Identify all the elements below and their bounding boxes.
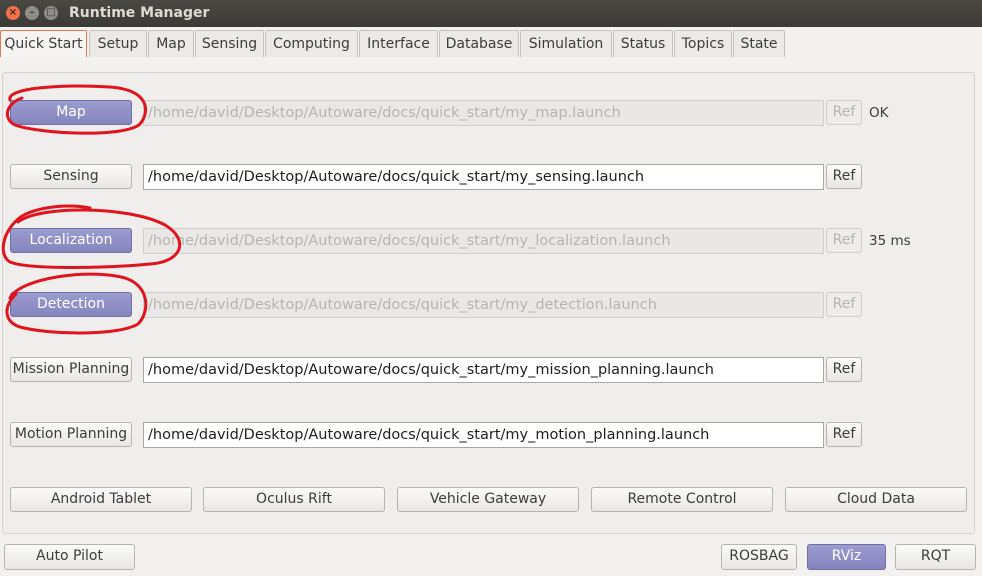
tab-simulation[interactable]: Simulation xyxy=(520,30,612,57)
oculus-rift-button[interactable]: Oculus Rift xyxy=(203,487,385,512)
tab-interface[interactable]: Interface xyxy=(359,30,438,57)
sensing-button[interactable]: Sensing xyxy=(10,164,132,189)
detection-ref-button[interactable]: Ref xyxy=(826,292,862,317)
localization-launch-path-field[interactable]: /home/david/Desktop/Autoware/docs/quick_… xyxy=(143,228,824,254)
rviz-button[interactable]: RViz xyxy=(807,544,886,570)
title-bar: × – □ Runtime Manager xyxy=(0,0,982,27)
vehicle-gateway-button[interactable]: Vehicle Gateway xyxy=(397,487,579,512)
tab-database[interactable]: Database xyxy=(439,30,519,57)
motion-planning-launch-path-field[interactable]: /home/david/Desktop/Autoware/docs/quick_… xyxy=(143,422,824,448)
tab-state[interactable]: State xyxy=(733,30,785,57)
mission-planning-ref-button[interactable]: Ref xyxy=(826,357,862,382)
auto-pilot-button[interactable]: Auto Pilot xyxy=(4,544,135,570)
mission-planning-launch-path-field[interactable]: /home/david/Desktop/Autoware/docs/quick_… xyxy=(143,357,824,383)
tab-status[interactable]: Status xyxy=(613,30,673,57)
tab-map[interactable]: Map xyxy=(148,30,194,57)
map-ref-button[interactable]: Ref xyxy=(826,100,862,125)
cloud-data-button[interactable]: Cloud Data xyxy=(785,487,967,512)
map-launch-path-field[interactable]: /home/david/Desktop/Autoware/docs/quick_… xyxy=(143,100,824,126)
rosbag-button[interactable]: ROSBAG xyxy=(721,544,797,570)
detection-button[interactable]: Detection xyxy=(10,292,132,317)
map-status-text: OK xyxy=(869,105,889,121)
tab-topics[interactable]: Topics xyxy=(674,30,732,57)
sensing-launch-path-field[interactable]: /home/david/Desktop/Autoware/docs/quick_… xyxy=(143,164,824,190)
android-tablet-button[interactable]: Android Tablet xyxy=(10,487,192,512)
map-button[interactable]: Map xyxy=(10,100,132,125)
tab-computing[interactable]: Computing xyxy=(265,30,358,57)
maximize-window-icon[interactable]: □ xyxy=(44,6,58,20)
tab-sensing[interactable]: Sensing xyxy=(195,30,264,57)
localization-ref-button[interactable]: Ref xyxy=(826,228,862,253)
mission-planning-button[interactable]: Mission Planning xyxy=(10,357,132,382)
motion-planning-ref-button[interactable]: Ref xyxy=(826,422,862,447)
minimize-window-icon[interactable]: – xyxy=(25,6,39,20)
detection-launch-path-field[interactable]: /home/david/Desktop/Autoware/docs/quick_… xyxy=(143,292,824,318)
motion-planning-button[interactable]: Motion Planning xyxy=(10,422,132,447)
tab-setup[interactable]: Setup xyxy=(89,30,147,57)
localization-status-text: 35 ms xyxy=(869,233,911,249)
localization-button[interactable]: Localization xyxy=(10,228,132,253)
rqt-button[interactable]: RQT xyxy=(895,544,976,570)
close-window-icon[interactable]: × xyxy=(6,6,20,20)
window-title: Runtime Manager xyxy=(69,5,210,21)
remote-control-button[interactable]: Remote Control xyxy=(591,487,773,512)
sensing-ref-button[interactable]: Ref xyxy=(826,164,862,189)
tab-quick-start[interactable]: Quick Start xyxy=(0,30,87,57)
